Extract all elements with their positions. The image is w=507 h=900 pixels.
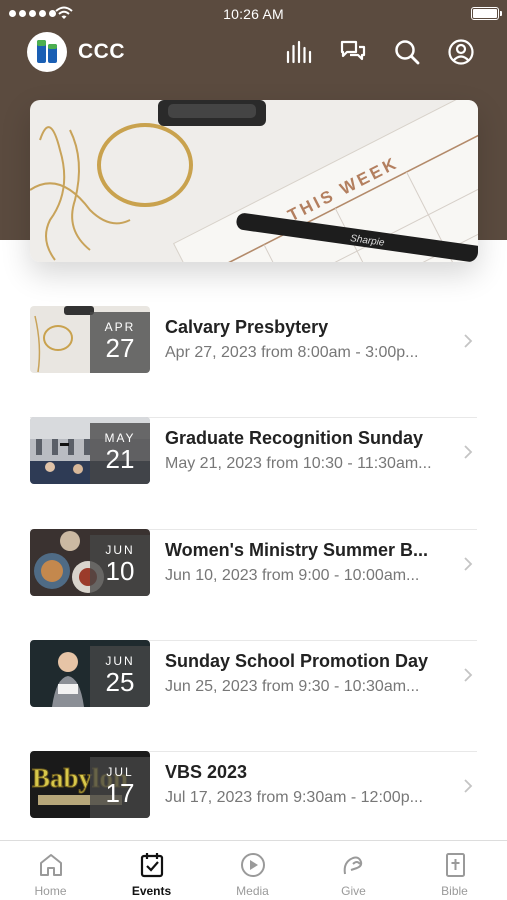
event-thumbnail: JUN 25 <box>30 639 150 707</box>
home-icon <box>40 854 62 876</box>
event-day: 21 <box>105 444 135 475</box>
this-week-image: THIS WEEK Sharpie <box>30 100 478 262</box>
event-item[interactable]: APR 27 Calvary Presbytery Apr 27, 2023 f… <box>30 306 477 417</box>
event-day: 17 <box>105 778 135 809</box>
event-datetime: Jun 10, 2023 from 9:00 - 10:00am... <box>165 566 420 584</box>
event-title: Calvary Presbytery <box>165 317 329 337</box>
app-title: CCC <box>78 40 125 63</box>
give-icon <box>343 856 363 875</box>
event-item[interactable]: JUN 10 Women's Ministry Summer B... Jun … <box>30 528 477 640</box>
chat-icon[interactable] <box>339 38 367 66</box>
event-thumbnail: APR 27 <box>30 306 150 373</box>
tab-label: Events <box>131 884 172 898</box>
calendar-check-icon <box>140 853 164 878</box>
chevron-right-icon <box>464 668 473 682</box>
bible-icon <box>446 853 465 877</box>
date-badge: MAY 21 <box>90 423 150 485</box>
status-time: 10:26 AM <box>223 6 284 22</box>
tab-events[interactable]: Events <box>101 841 202 900</box>
event-title: Graduate Recognition Sunday <box>165 428 424 449</box>
search-icon[interactable] <box>393 38 421 66</box>
play-icon <box>241 853 265 877</box>
tab-bar: Home Events Media Give Bible <box>0 840 507 900</box>
event-thumbnail: JUN 10 <box>30 528 150 596</box>
events-list: APR 27 Calvary Presbytery Apr 27, 2023 f… <box>30 306 477 862</box>
date-badge: APR 27 <box>90 312 150 373</box>
tab-label: Give <box>341 884 366 898</box>
date-badge: JUN 10 <box>90 534 150 596</box>
event-datetime: May 21, 2023 from 10:30 - 11:30am... <box>165 455 432 473</box>
event-day: 25 <box>105 666 135 697</box>
event-datetime: Jun 25, 2023 from 9:30 - 10:30am... <box>165 677 420 695</box>
tab-media[interactable]: Media <box>202 841 303 900</box>
tab-give[interactable]: Give <box>303 841 404 900</box>
date-badge: JUL 17 <box>90 757 150 819</box>
date-badge: JUN 25 <box>90 645 150 707</box>
battery-icon <box>471 7 502 20</box>
tab-label: Media <box>236 884 269 898</box>
church-logo[interactable] <box>27 32 67 72</box>
tab-bible[interactable]: Bible <box>404 841 505 900</box>
event-thumbnail: Babylon JUL 17 <box>30 751 150 819</box>
tab-label: Home <box>34 884 67 898</box>
event-title: Sunday School Promotion Day <box>165 650 429 671</box>
audio-bars-icon[interactable] <box>285 38 313 66</box>
tab-home[interactable]: Home <box>0 841 101 900</box>
event-month: JUN <box>105 542 135 557</box>
chevron-right-icon <box>464 445 473 459</box>
tab-label: Bible <box>441 884 468 898</box>
chevron-right-icon <box>464 334 473 348</box>
chevron-right-icon <box>464 779 473 793</box>
profile-icon[interactable] <box>447 38 475 66</box>
event-month: JUN <box>105 653 135 668</box>
event-item[interactable]: JUN 25 Sunday School Promotion Day Jun 2… <box>30 639 477 751</box>
event-day: 10 <box>105 555 135 586</box>
app-header: CCC <box>0 28 507 76</box>
event-day: 27 <box>105 333 135 363</box>
event-datetime: Jul 17, 2023 from 9:30am - 12:00p... <box>165 789 423 807</box>
event-title: Women's Ministry Summer B... <box>165 539 429 560</box>
event-title: VBS 2023 <box>165 762 248 783</box>
logo-icon <box>37 40 57 63</box>
featured-banner[interactable]: THIS WEEK Sharpie <box>30 100 478 262</box>
event-item[interactable]: MAY 21 Graduate Recognition Sunday May 2… <box>30 417 477 528</box>
status-bar: 10:26 AM <box>0 0 507 28</box>
chevron-right-icon <box>464 556 473 571</box>
event-datetime: Apr 27, 2023 from 8:00am - 3:00p... <box>165 344 419 361</box>
event-thumbnail: MAY 21 <box>30 417 150 485</box>
